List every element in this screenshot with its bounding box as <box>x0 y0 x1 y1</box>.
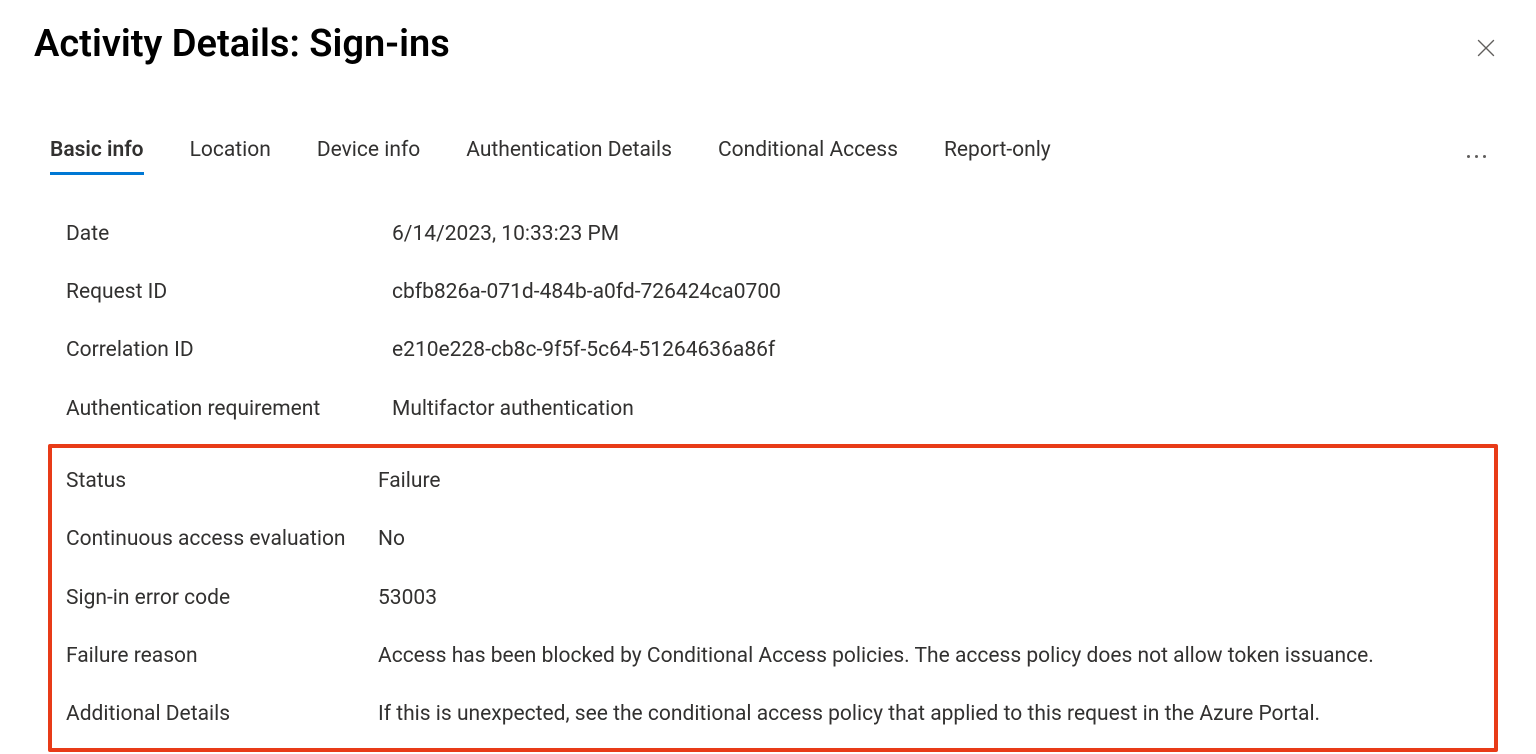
detail-row-request-id: Request ID cbfb826a-071d-484b-a0fd-72642… <box>66 263 1482 321</box>
tab-conditional-access[interactable]: Conditional Access <box>718 138 898 175</box>
activity-details-panel: Activity Details: Sign-ins Basic info Lo… <box>0 0 1536 754</box>
detail-value: e210e228-cb8c-9f5f-5c64-51264636a86f <box>392 336 1482 364</box>
tab-basic-info[interactable]: Basic info <box>50 138 144 175</box>
detail-row-failure-reason: Failure reason Access has been blocked b… <box>66 627 1480 685</box>
tab-location[interactable]: Location <box>190 138 271 175</box>
page-title: Activity Details: Sign-ins <box>34 22 450 68</box>
detail-row-status: Status Failure <box>66 452 1480 510</box>
detail-value: No <box>378 525 1480 553</box>
detail-value: cbfb826a-071d-484b-a0fd-726424ca0700 <box>392 278 1482 306</box>
detail-row-cae: Continuous access evaluation No <box>66 510 1480 568</box>
detail-label: Additional Details <box>66 700 378 728</box>
tabs-row: Basic info Location Device info Authenti… <box>34 138 1502 175</box>
highlighted-details: Status Failure Continuous access evaluat… <box>48 444 1498 752</box>
detail-row-error-code: Sign-in error code 53003 <box>66 569 1480 627</box>
detail-row-correlation-id: Correlation ID e210e228-cb8c-9f5f-5c64-5… <box>66 321 1482 379</box>
detail-label: Sign-in error code <box>66 584 378 612</box>
close-button[interactable] <box>1470 32 1502 64</box>
detail-value: 6/14/2023, 10:33:23 PM <box>392 220 1482 248</box>
detail-row-additional-details: Additional Details If this is unexpected… <box>66 685 1480 743</box>
tabs-overflow-button[interactable] <box>1461 151 1492 162</box>
detail-value: If this is unexpected, see the condition… <box>378 700 1480 728</box>
details-list: Date 6/14/2023, 10:33:23 PM Request ID c… <box>34 205 1502 438</box>
detail-value: Access has been blocked by Conditional A… <box>378 642 1480 670</box>
detail-value: Multifactor authentication <box>392 395 1482 423</box>
detail-row-auth-requirement: Authentication requirement Multifactor a… <box>66 380 1482 438</box>
detail-label: Failure reason <box>66 642 378 670</box>
detail-row-date: Date 6/14/2023, 10:33:23 PM <box>66 205 1482 263</box>
tab-device-info[interactable]: Device info <box>317 138 420 175</box>
detail-label: Status <box>66 467 378 495</box>
detail-label: Authentication requirement <box>66 395 392 423</box>
detail-label: Correlation ID <box>66 336 392 364</box>
tab-report-only[interactable]: Report-only <box>944 138 1051 175</box>
detail-value: 53003 <box>378 584 1480 612</box>
tabs: Basic info Location Device info Authenti… <box>50 138 1051 175</box>
panel-header: Activity Details: Sign-ins <box>34 22 1502 68</box>
detail-value: Failure <box>378 467 1480 495</box>
detail-label: Request ID <box>66 278 392 306</box>
detail-label: Continuous access evaluation <box>66 525 378 553</box>
ellipsis-icon <box>1467 155 1470 158</box>
close-icon <box>1477 39 1495 57</box>
tab-authentication-details[interactable]: Authentication Details <box>466 138 672 175</box>
detail-label: Date <box>66 220 392 248</box>
